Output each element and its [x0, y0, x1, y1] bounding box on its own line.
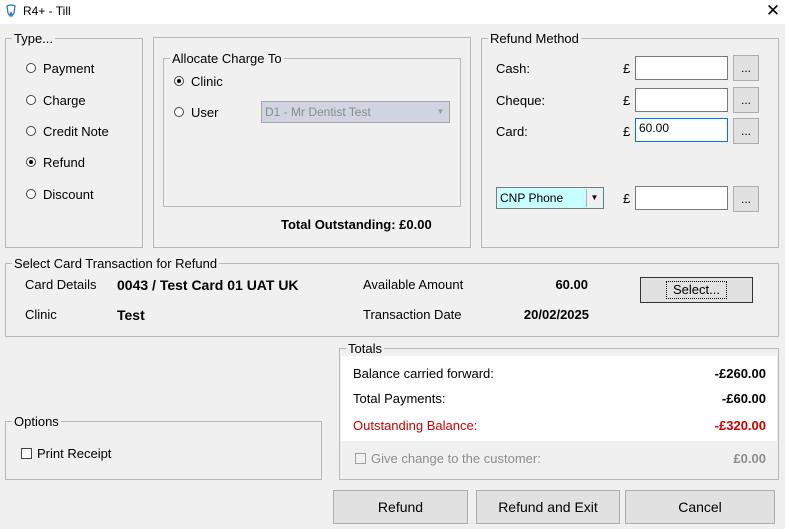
user-select-value: D1 - Mr Dentist Test: [265, 105, 371, 119]
give-change-checkbox[interactable]: [355, 453, 366, 464]
card-details-value: 0043 / Test Card 01 UAT UK: [117, 277, 299, 293]
totals-legend: Totals: [348, 341, 382, 356]
give-change-value: £0.00: [733, 451, 766, 466]
radio-refund-label: Refund: [43, 155, 85, 170]
total-payments-label: Total Payments:: [353, 391, 446, 406]
card-currency: £: [623, 124, 631, 139]
refund-and-exit-button[interactable]: Refund and Exit: [476, 490, 620, 524]
cash-lookup-button[interactable]: ...: [733, 55, 759, 81]
card-details-label: Card Details: [25, 277, 97, 292]
radio-payment-label: Payment: [43, 61, 95, 76]
type-legend: Type...: [14, 31, 54, 46]
radio-charge[interactable]: [26, 95, 36, 105]
refund-method-legend: Refund Method: [490, 31, 579, 46]
outstanding-balance-label: Outstanding Balance:: [353, 418, 478, 433]
cancel-button[interactable]: Cancel: [625, 490, 775, 524]
radio-credit-note[interactable]: [26, 126, 36, 136]
card-type-value: CNP Phone: [500, 191, 564, 205]
transaction-date-label: Transaction Date: [363, 307, 462, 322]
close-icon[interactable]: ✕: [764, 1, 782, 21]
card-lookup-button[interactable]: ...: [733, 118, 759, 144]
radio-credit-note-label: Credit Note: [43, 124, 109, 139]
transaction-date-value: 20/02/2025: [523, 307, 589, 322]
card-label: Card:: [496, 124, 528, 139]
select-card-button[interactable]: Select...: [640, 277, 753, 303]
card-type-currency: £: [623, 191, 631, 206]
cash-input[interactable]: [635, 56, 728, 80]
select-card-button-label: Select...: [666, 281, 727, 299]
available-amount-value: 60.00: [555, 277, 588, 292]
card-type-lookup-button[interactable]: ...: [733, 186, 759, 212]
chevron-down-icon: ▼: [436, 107, 445, 116]
radio-clinic-label: Clinic: [191, 74, 223, 89]
radio-payment[interactable]: [26, 63, 36, 73]
card-type-amount-input[interactable]: [635, 186, 728, 210]
window-title: R4+ - Till: [23, 4, 71, 18]
cheque-lookup-button[interactable]: ...: [733, 87, 759, 113]
title-bar: [0, 0, 785, 24]
cheque-input[interactable]: [635, 88, 728, 112]
options-legend: Options: [14, 414, 59, 429]
radio-user-label: User: [191, 105, 219, 120]
outstanding-balance-value: -£320.00: [714, 418, 766, 433]
allocate-legend: Allocate Charge To: [172, 51, 282, 66]
total-payments-value: -£60.00: [721, 391, 766, 406]
radio-user[interactable]: [174, 107, 184, 117]
app-icon: [4, 4, 18, 18]
cheque-currency: £: [623, 93, 631, 108]
available-amount-label: Available Amount: [363, 277, 464, 292]
print-receipt-label: Print Receipt: [37, 446, 112, 461]
balance-cf-label: Balance carried forward:: [353, 366, 494, 381]
card-type-select[interactable]: CNP Phone ▼: [496, 187, 604, 209]
clinic-label: Clinic: [25, 307, 57, 322]
cash-currency: £: [623, 61, 631, 76]
refund-button[interactable]: Refund: [333, 490, 468, 524]
balance-cf-value: -£260.00: [714, 366, 766, 381]
chevron-down-icon[interactable]: ▼: [586, 189, 602, 207]
total-outstanding: Total Outstanding: £0.00: [281, 217, 432, 232]
radio-refund[interactable]: [26, 157, 36, 167]
print-receipt-checkbox[interactable]: [21, 448, 32, 459]
give-change-label: Give change to the customer:: [371, 451, 541, 466]
user-select: D1 - Mr Dentist Test ▼: [261, 101, 450, 123]
radio-charge-label: Charge: [43, 93, 86, 108]
cash-label: Cash:: [496, 61, 530, 76]
radio-clinic[interactable]: [174, 76, 184, 86]
radio-discount[interactable]: [26, 189, 36, 199]
cheque-label: Cheque:: [496, 93, 546, 108]
card-input[interactable]: 60.00: [635, 118, 728, 142]
clinic-value: Test: [117, 307, 145, 323]
card-transaction-legend: Select Card Transaction for Refund: [14, 256, 218, 271]
radio-discount-label: Discount: [43, 187, 94, 202]
